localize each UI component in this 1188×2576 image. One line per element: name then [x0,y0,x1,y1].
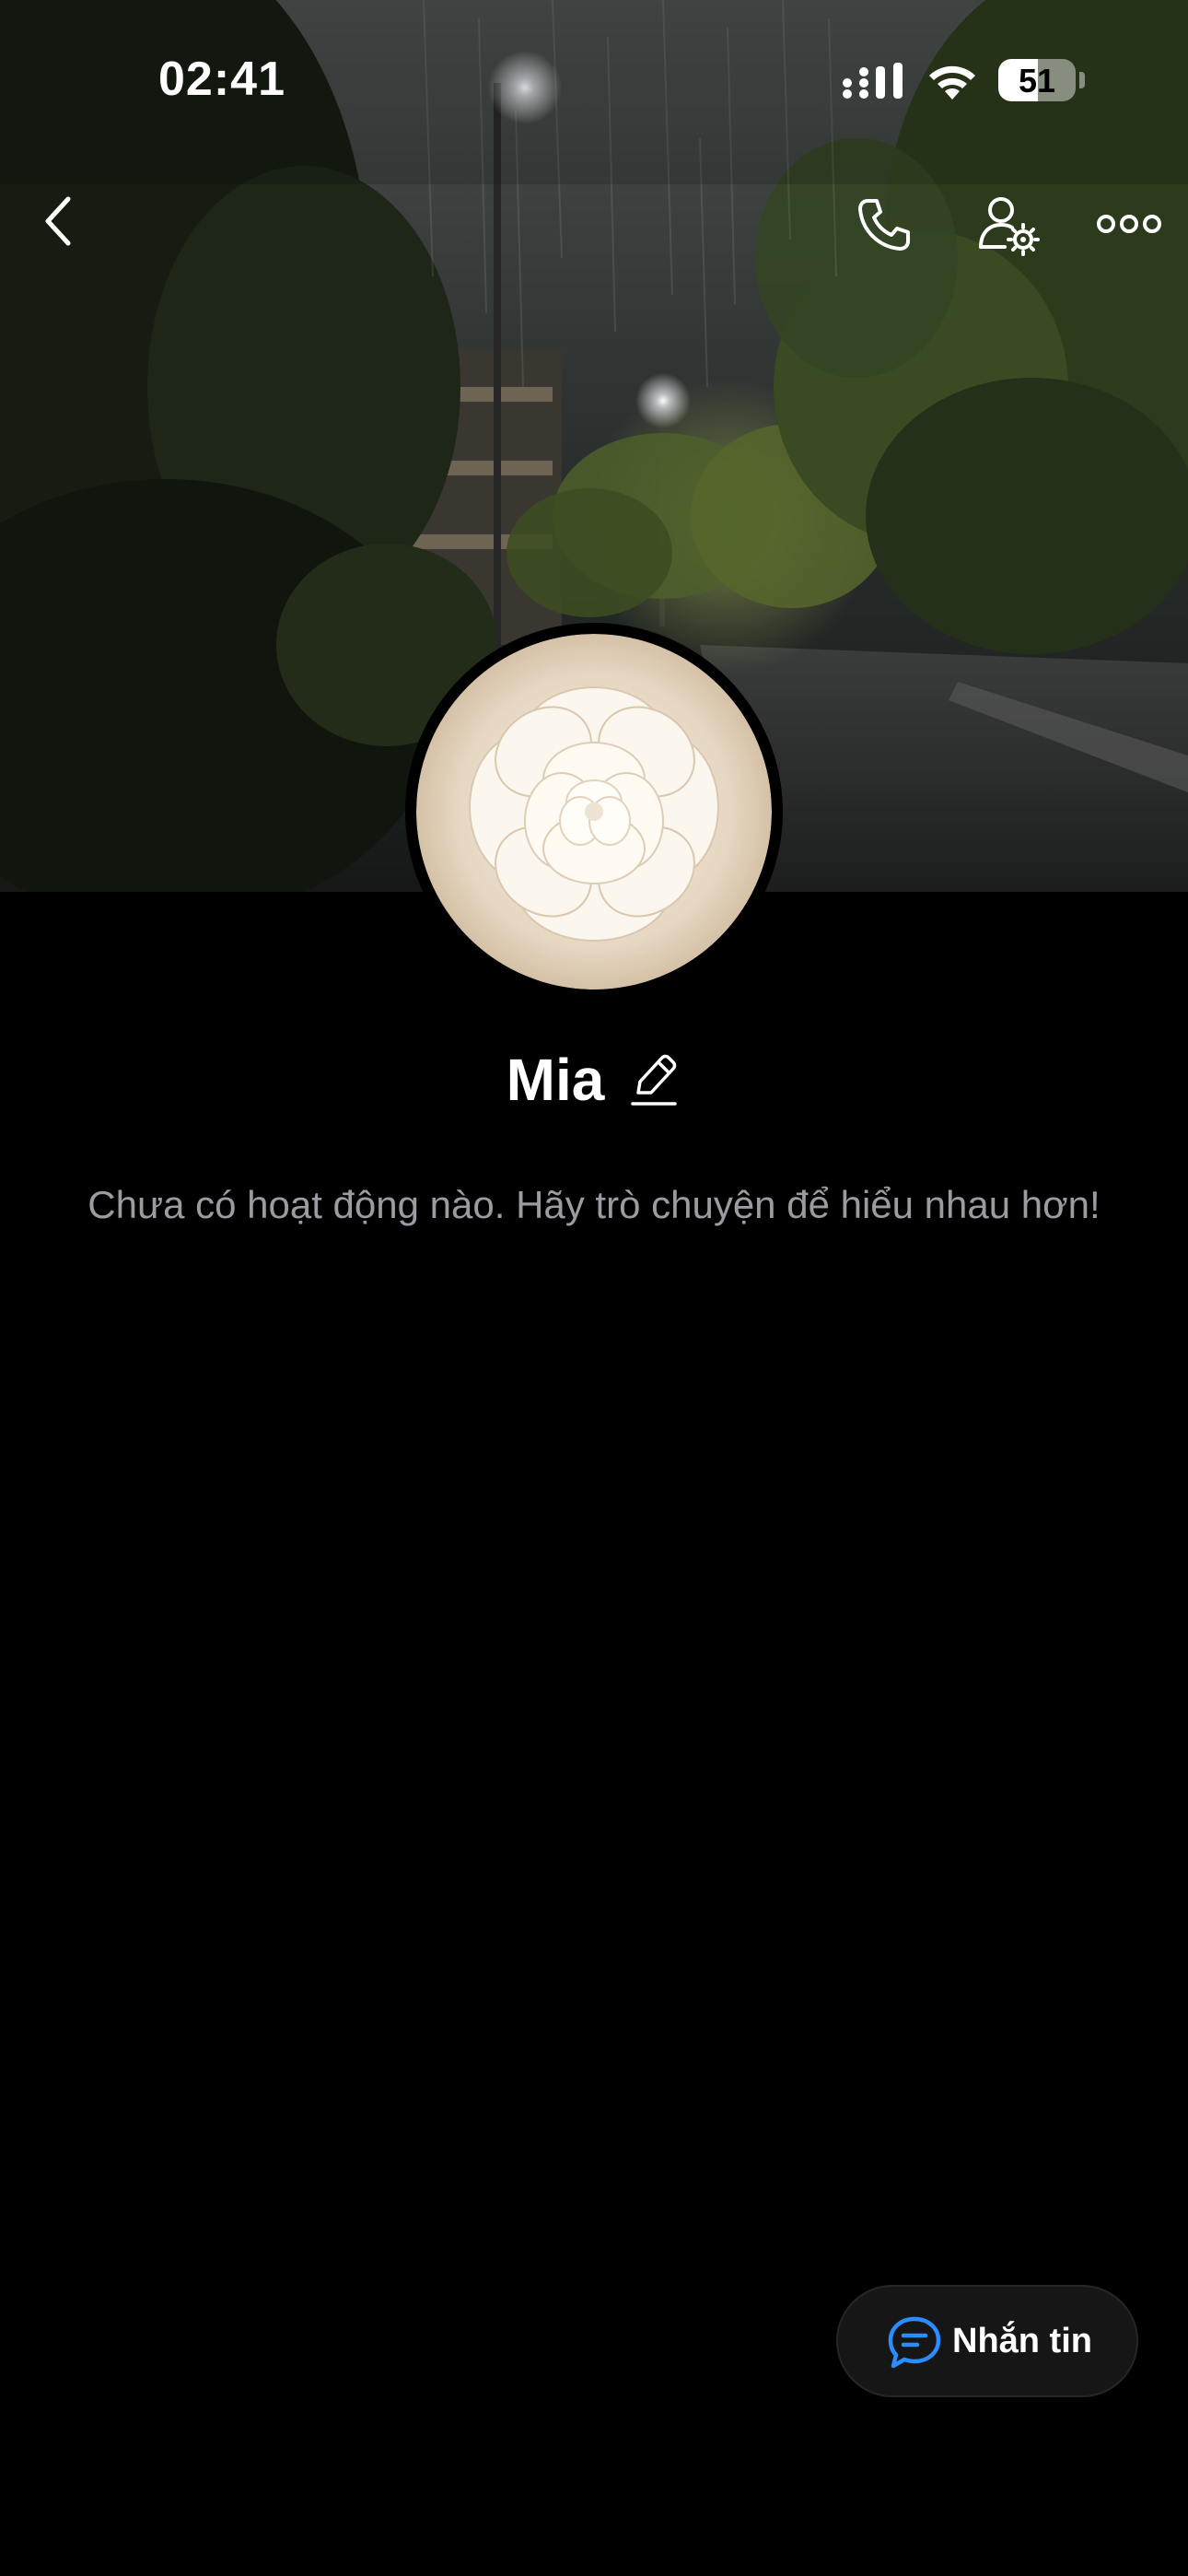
back-button[interactable] [26,184,90,258]
message-button-label: Nhắn tin [952,2322,1092,2360]
pencil-icon [631,1054,678,1106]
profile-name: Mia [506,1047,605,1113]
battery-icon: 51 [998,59,1076,101]
user-gear-icon [979,197,1040,256]
status-bar: 02:41 51 [0,0,1188,157]
edit-name-button[interactable] [626,1049,681,1110]
battery-level: 51 [1018,62,1056,100]
empty-activity-text: Chưa có hoạt động nào. Hãy trò chuyện để… [87,1183,1101,1226]
avatar[interactable] [405,623,783,1001]
user-settings-button[interactable] [965,184,1054,267]
chat-bubble-icon [888,2316,941,2369]
battery-tip [1079,72,1085,88]
call-button[interactable] [845,186,923,263]
more-options-button[interactable] [1087,190,1171,258]
status-time: 02:41 [158,53,285,106]
chevron-left-icon [45,196,71,246]
phone-icon [858,199,910,251]
cellular-signal-icon [842,63,904,104]
ellipsis-icon [1097,215,1161,233]
profile-name-row: Mia [0,1037,1188,1122]
wifi-icon [925,59,980,108]
message-button[interactable]: Nhắn tin [836,2285,1138,2397]
